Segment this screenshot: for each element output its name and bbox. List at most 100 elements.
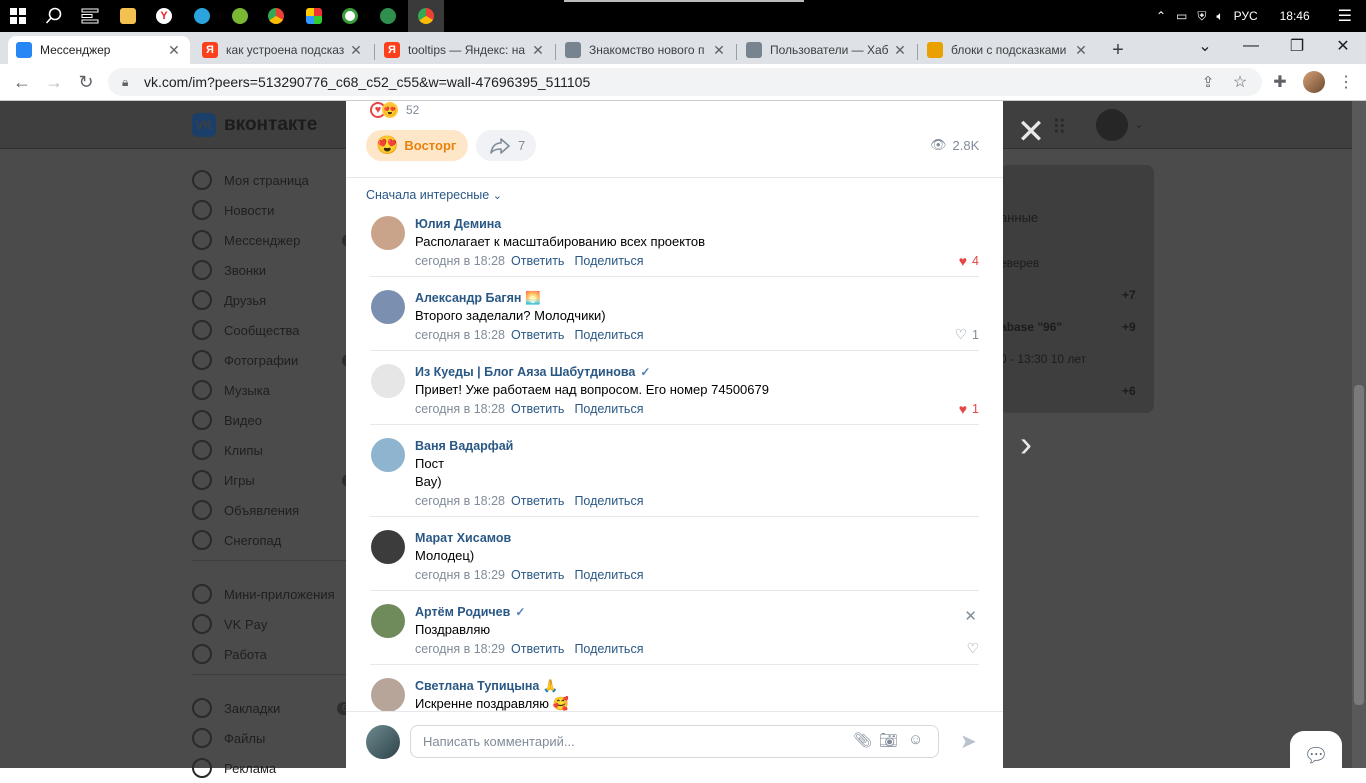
reply-link[interactable]: Ответить (511, 254, 564, 268)
commenter-avatar[interactable] (371, 216, 405, 250)
minimize-button[interactable]: — (1228, 32, 1274, 60)
sidebar-item[interactable]: Игры6 (192, 465, 358, 495)
defender-icon[interactable]: ⛨ (1197, 9, 1206, 24)
forward-arrow-icon[interactable]: → (40, 68, 68, 96)
camera-icon[interactable]: 📷︎ (879, 731, 898, 749)
tab-tooltip-blocks[interactable]: блоки с подсказками ✕ (919, 36, 1097, 64)
back-arrow-icon[interactable]: ← (8, 68, 36, 96)
reply-link[interactable]: Ответить (511, 568, 564, 582)
commenter-avatar[interactable] (371, 364, 405, 398)
android-app-icon[interactable] (370, 0, 406, 32)
close-window-button[interactable]: ✕ (1320, 32, 1366, 60)
comment-author-link[interactable]: Артём Родичев (415, 603, 510, 621)
tab-close-icon[interactable]: ✕ (1073, 42, 1089, 59)
sidebar-item[interactable]: Видео (192, 405, 352, 435)
tab-close-icon[interactable]: ✕ (348, 42, 364, 59)
file-explorer-icon[interactable] (110, 0, 146, 32)
sidebar-item[interactable]: Объявления (192, 495, 352, 525)
chrome-active-icon[interactable] (408, 0, 444, 32)
share-page-icon[interactable]: ⇪ (1194, 68, 1222, 96)
page-scrollbar[interactable] (1352, 101, 1366, 768)
comment-time[interactable]: сегодня в 18:28 (415, 402, 505, 416)
comment-author-link[interactable]: Марат Хисамов (415, 529, 511, 547)
sidebar-item[interactable]: Клипы (192, 435, 352, 465)
address-bar[interactable]: 🔒︎ vk.com/im?peers=513290776_c68_c52_c55… (108, 68, 1262, 96)
reply-link[interactable]: Ответить (511, 402, 564, 416)
reaction-button[interactable]: 😍 Восторг (366, 130, 468, 161)
next-post-arrow-icon[interactable]: › (1020, 423, 1032, 465)
notifications-icon[interactable]: ☰ (1338, 6, 1352, 26)
lock-icon[interactable]: 🔒︎ (122, 75, 134, 90)
comment-author-link[interactable]: Светлана Тупицына 🙏 (415, 677, 558, 695)
reply-link[interactable]: Ответить (511, 642, 564, 656)
reply-link[interactable]: Ответить (511, 328, 564, 342)
comment-author-link[interactable]: Из Куеды | Блог Аяза Шабутдинова (415, 363, 635, 381)
share-link[interactable]: Поделиться (574, 642, 643, 656)
comment-author-link[interactable]: Ваня Вадарфай (415, 437, 513, 455)
share-link[interactable]: Поделиться (574, 494, 643, 508)
profile-avatar[interactable] (1300, 68, 1328, 96)
scrollbar-thumb[interactable] (1354, 385, 1364, 705)
tab-yandex-search-2[interactable]: Я tooltips — Яндекс: на ✕ (376, 36, 554, 64)
sidebar-item[interactable]: VK Pay (192, 609, 352, 639)
reactions-summary[interactable]: ♥ 😍 52 (370, 101, 419, 119)
chevron-down-icon[interactable]: ⌄ (1134, 117, 1144, 131)
sidebar-item[interactable]: Друзья (192, 285, 352, 315)
tab-close-icon[interactable]: ✕ (892, 42, 908, 59)
comment-time[interactable]: сегодня в 18:28 (415, 494, 505, 508)
tab-close-icon[interactable]: ✕ (530, 42, 546, 59)
tab-messenger[interactable]: Мессенджер ✕ (8, 36, 190, 64)
tab-yandex-search-1[interactable]: Я как устроена подсказ ✕ (194, 36, 372, 64)
comment-author-link[interactable]: Юлия Демина (415, 215, 501, 233)
task-view-icon[interactable] (72, 0, 108, 32)
share-link[interactable]: Поделиться (574, 402, 643, 416)
user-avatar[interactable] (1096, 109, 1128, 141)
green-app-icon[interactable] (332, 0, 368, 32)
comments-sort-dropdown[interactable]: Сначала интересные ⌄ (366, 188, 502, 202)
like-button[interactable]: ♡ (966, 640, 979, 657)
send-icon[interactable]: ➤ (960, 729, 977, 754)
share-link[interactable]: Поделиться (574, 568, 643, 582)
reply-link[interactable]: Ответить (511, 494, 564, 508)
telegram-icon[interactable] (184, 0, 220, 32)
network-icon[interactable]: ▭ (1176, 9, 1187, 23)
chrome-icon[interactable] (258, 0, 294, 32)
sidebar-item[interactable]: Снегопад (192, 525, 352, 555)
apps-grid-icon[interactable]: ⠿ (1052, 115, 1067, 140)
extensions-puzzle-icon[interactable]: ✚ (1266, 68, 1294, 96)
browser-menu-icon[interactable]: ⋮ (1332, 68, 1360, 96)
sidebar-item[interactable]: Мессенджер4 (192, 225, 358, 255)
commenter-avatar[interactable] (371, 530, 405, 564)
share-link[interactable]: Поделиться (574, 254, 643, 268)
share-button[interactable]: 7 (476, 130, 536, 161)
sidebar-item[interactable]: Звонки (192, 255, 352, 285)
sidebar-item[interactable]: Новости (192, 195, 352, 225)
like-button[interactable]: ♥ 4 (959, 253, 979, 269)
like-button[interactable]: ♥ 1 (959, 401, 979, 417)
chat-bubble-button[interactable]: 💬︎ (1290, 731, 1342, 779)
commenter-avatar[interactable] (371, 604, 405, 638)
emoji-icon[interactable]: ☺ (908, 731, 923, 748)
commenter-avatar[interactable] (371, 678, 405, 712)
like-button[interactable]: ♡ 1 (954, 326, 979, 343)
chevron-up-icon[interactable]: ⌃ (1156, 9, 1166, 23)
volume-icon[interactable]: 🔈︎ (1216, 9, 1223, 24)
hide-comment-close-icon[interactable]: ✕ (964, 607, 977, 625)
bookmark-star-icon[interactable]: ☆ (1226, 68, 1254, 96)
close-modal-icon[interactable]: ✕ (1016, 115, 1046, 149)
restore-button[interactable]: ❐ (1274, 32, 1320, 60)
sidebar-item[interactable]: Реклама (192, 753, 352, 783)
comment-time[interactable]: сегодня в 18:29 (415, 642, 505, 656)
share-link[interactable]: Поделиться (574, 328, 643, 342)
vk-logo[interactable]: VK вконтакте (192, 113, 317, 137)
sidebar-item[interactable]: Фотографии1 (192, 345, 358, 375)
language-indicator[interactable]: РУС (1234, 9, 1258, 23)
pinwheel-app-icon[interactable] (296, 0, 332, 32)
tab-habr-2[interactable]: Пользователи — Хаб ✕ (738, 36, 916, 64)
comment-time[interactable]: сегодня в 18:28 (415, 254, 505, 268)
sidebar-item[interactable]: Музыка (192, 375, 352, 405)
search-icon[interactable] (36, 0, 72, 32)
sidebar-item[interactable]: Закладки61 (192, 693, 358, 723)
comment-time[interactable]: сегодня в 18:28 (415, 328, 505, 342)
yandex-browser-icon[interactable]: Y (146, 0, 182, 32)
